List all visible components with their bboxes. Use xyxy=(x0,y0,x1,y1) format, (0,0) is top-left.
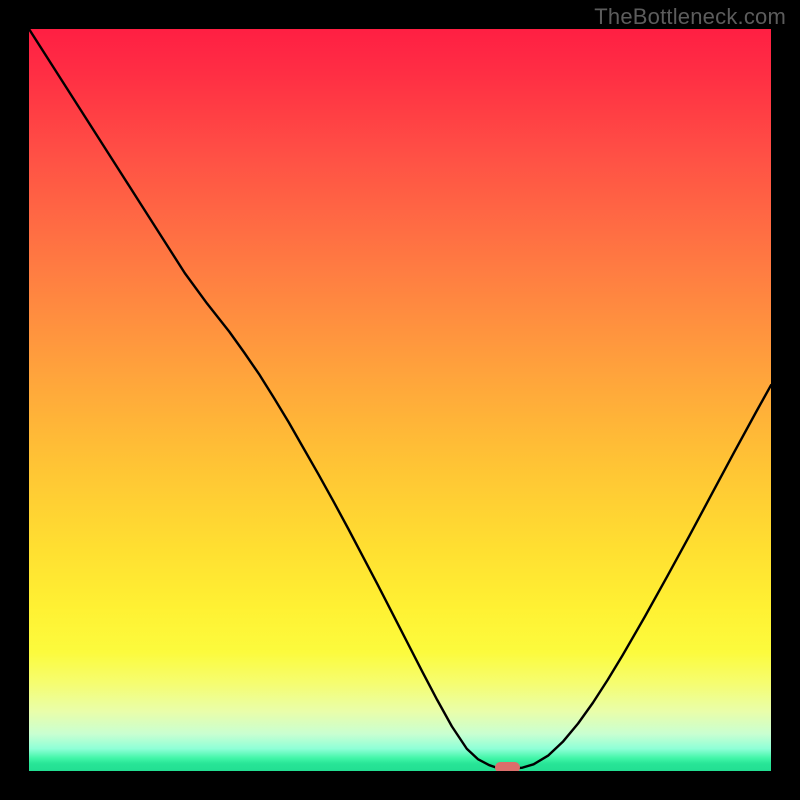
watermark-label: TheBottleneck.com xyxy=(594,4,786,30)
bottleneck-curve xyxy=(29,29,771,771)
chart-frame: TheBottleneck.com xyxy=(0,0,800,800)
plot-area xyxy=(29,29,771,771)
optimal-point-marker xyxy=(495,762,519,771)
